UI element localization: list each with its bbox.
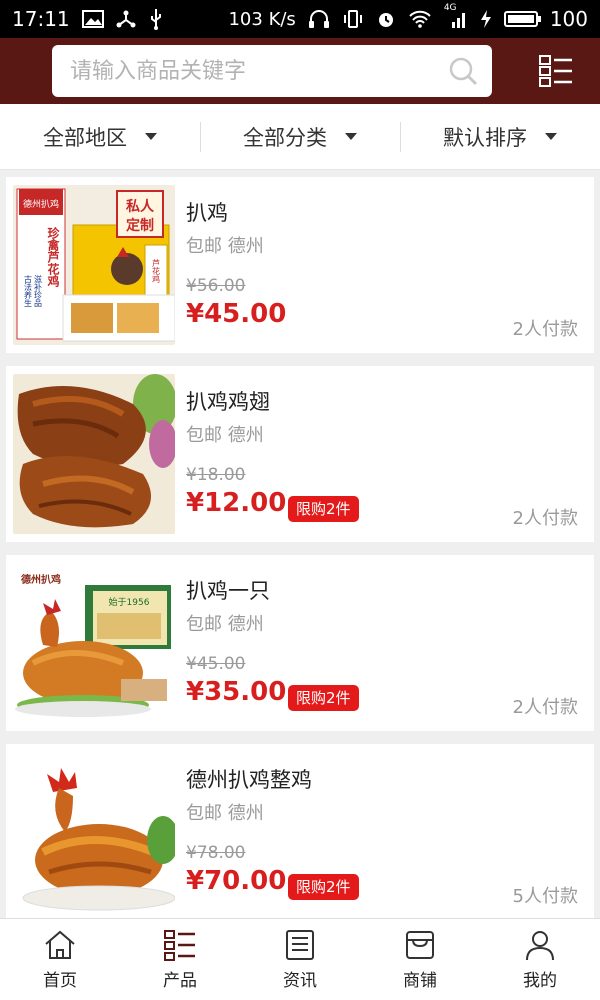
filter-category[interactable]: 全部分类 (200, 104, 400, 169)
products-icon (164, 930, 195, 961)
search-icon[interactable] (448, 56, 478, 86)
nav-home[interactable]: 首页 (0, 919, 120, 1000)
purchase-limit-badge: 限购2件 (288, 685, 359, 711)
package-text: 始于1956 (109, 596, 150, 608)
wifi-icon (408, 10, 432, 28)
filter-sort[interactable]: 默认排序 (400, 104, 600, 169)
sold-count: 2人付款 (512, 697, 578, 718)
caret-down-icon (345, 133, 357, 140)
product-meta: 包邮 德州 (186, 425, 264, 446)
search-box[interactable] (52, 45, 492, 97)
search-input[interactable] (70, 58, 448, 84)
package-text: 德州扒鸡 (23, 198, 59, 210)
nav-label: 产品 (163, 971, 197, 991)
status-bar: 17:11 103 K/s 4G 100 (0, 0, 600, 38)
product-meta: 包邮 德州 (186, 236, 264, 257)
signal-icon: 4G (444, 4, 468, 28)
nav-shop[interactable]: 商铺 (360, 919, 480, 1000)
news-icon (286, 930, 314, 960)
original-price: ¥56.00 (186, 276, 246, 296)
headphones-icon (308, 9, 330, 29)
package-text: 滋补珍品 (34, 274, 43, 308)
charging-icon (480, 9, 492, 29)
package-text: 德州扒鸡 (20, 573, 61, 586)
sale-price: ¥70.00 (186, 866, 287, 896)
nav-me[interactable]: 我的 (480, 919, 600, 1000)
nav-label: 首页 (43, 971, 77, 991)
nav-products[interactable]: 产品 (120, 919, 240, 1000)
caret-down-icon (145, 133, 157, 140)
home-icon (45, 930, 75, 959)
vibrate-icon (342, 9, 364, 29)
sold-count: 2人付款 (512, 319, 578, 340)
filter-bar: 全部地区 全部分类 默认排序 (0, 104, 600, 170)
header (0, 38, 600, 104)
filter-category-label: 全部分类 (243, 125, 327, 150)
gallery-icon (81, 10, 104, 28)
product-meta: 包邮 德州 (186, 614, 264, 635)
list-menu-icon[interactable] (538, 53, 574, 89)
product-title[interactable]: 扒鸡一只 (186, 575, 270, 605)
filter-sort-label: 默认排序 (443, 125, 527, 150)
product-title[interactable]: 德州扒鸡整鸡 (186, 764, 312, 794)
network-type: 4G (443, 3, 457, 13)
product-image[interactable] (13, 752, 175, 912)
purchase-limit-badge: 限购2件 (288, 496, 359, 522)
nav-label: 我的 (523, 971, 557, 991)
bottom-nav: 首页 产品 资讯 商铺 我的 (0, 918, 600, 1000)
package-text: 珍禽芦花鸡 (46, 226, 60, 287)
product-card[interactable]: 德州扒鸡 始于1956 扒鸡一只 包邮 德州 ¥45.00 ¥35.00 限购2… (6, 555, 594, 731)
product-card[interactable]: 德州扒鸡 古法养生 滋补珍品 珍禽芦花鸡 私人 定制 芦花鸡 扒鸡 包邮 德州 … (6, 177, 594, 353)
product-image[interactable]: 德州扒鸡 古法养生 滋补珍品 珍禽芦花鸡 私人 定制 芦花鸡 (13, 185, 175, 345)
filter-region-label: 全部地区 (43, 125, 127, 150)
nav-label: 资讯 (283, 971, 317, 991)
caret-down-icon (545, 133, 557, 140)
original-price: ¥45.00 (186, 654, 246, 674)
package-text: 定制 (126, 217, 154, 234)
battery-icon (503, 11, 541, 27)
product-card[interactable]: 扒鸡鸡翅 包邮 德州 ¥18.00 ¥12.00 限购2件 2人付款 (6, 366, 594, 542)
battery-level: 100 (549, 7, 588, 31)
original-price: ¥78.00 (186, 843, 246, 863)
sale-price: ¥12.00 (186, 488, 287, 518)
package-text: 古法养生 (24, 274, 33, 307)
share-icon (116, 9, 136, 29)
original-price: ¥18.00 (186, 465, 246, 485)
purchase-limit-badge: 限购2件 (288, 874, 359, 900)
sold-count: 5人付款 (512, 886, 578, 907)
package-text: 芦花鸡 (152, 258, 161, 284)
product-list[interactable]: 德州扒鸡 古法养生 滋补珍品 珍禽芦花鸡 私人 定制 芦花鸡 扒鸡 包邮 德州 … (0, 170, 600, 918)
product-meta: 包邮 德州 (186, 803, 264, 824)
product-image[interactable] (13, 374, 175, 534)
alarm-icon (376, 9, 396, 29)
filter-region[interactable]: 全部地区 (0, 104, 200, 169)
sold-count: 2人付款 (512, 508, 578, 529)
nav-news[interactable]: 资讯 (240, 919, 360, 1000)
user-icon (526, 931, 554, 961)
product-title[interactable]: 扒鸡 (186, 197, 228, 227)
clock: 17:11 (12, 7, 70, 31)
nav-label: 商铺 (403, 971, 437, 991)
sale-price: ¥45.00 (186, 299, 287, 329)
net-speed: 103 K/s (228, 8, 296, 30)
product-title[interactable]: 扒鸡鸡翅 (186, 386, 270, 416)
shop-icon (406, 931, 434, 959)
sale-price: ¥35.00 (186, 677, 287, 707)
product-image[interactable]: 德州扒鸡 始于1956 (13, 563, 175, 723)
product-card[interactable]: 德州扒鸡整鸡 包邮 德州 ¥78.00 ¥70.00 限购2件 5人付款 (6, 744, 594, 918)
usb-icon (148, 8, 164, 30)
package-text: 私人 (126, 198, 155, 215)
